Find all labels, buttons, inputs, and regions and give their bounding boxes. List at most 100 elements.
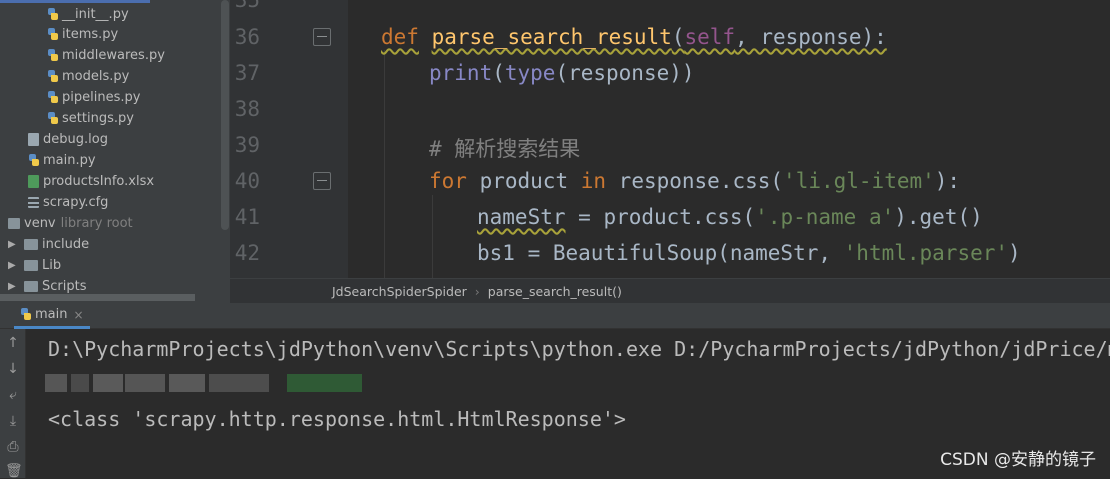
tree-item-label: items.py [62, 27, 119, 42]
expand-arrow-icon[interactable]: ▶ [8, 281, 20, 292]
folder-icon [8, 218, 20, 229]
trash-icon[interactable]: 🗑 [5, 463, 23, 479]
call-expr: bs1 = BeautifulSoup(nameStr, [477, 241, 844, 265]
console-line-output: <class 'scrapy.http.response.html.HtmlRe… [48, 407, 626, 431]
code-line-36: def parse_search_result(self, response): [381, 25, 887, 49]
print-icon[interactable]: ⎙ [5, 439, 21, 455]
tree-item-main[interactable]: main.py [28, 150, 96, 171]
line-number: 37 [234, 61, 260, 85]
string-literal: 'html.parser' [843, 241, 1009, 265]
tree-item-label: pipelines.py [62, 90, 141, 105]
indent-guide [432, 195, 433, 278]
keyword-in: in [580, 169, 607, 193]
builtin-type: type [504, 61, 556, 85]
tree-item-label: Lib [42, 258, 62, 273]
text-file-icon [28, 133, 39, 146]
tree-item-models[interactable]: models.py [47, 66, 129, 87]
watermark: CSDN @安静的镜子 [940, 450, 1096, 470]
tree-item-productsinfo[interactable]: productsInfo.xlsx [28, 171, 154, 192]
console-line-command: D:\PycharmProjects\jdPython\venv\Scripts… [48, 337, 1110, 361]
tree-item-pipelines[interactable]: pipelines.py [47, 87, 140, 108]
line-number: 39 [234, 133, 260, 157]
editor-gutter: 35 36 37 38 39 40 41 42 [230, 0, 348, 278]
expand-arrow-icon[interactable]: ▶ [8, 260, 20, 271]
code-line-42: bs1 = BeautifulSoup(nameStr, 'html.parse… [477, 241, 1021, 265]
line-number: 35 [234, 0, 260, 12]
tree-item-venv[interactable]: venv library root [8, 213, 133, 234]
tab-main[interactable]: main × [14, 303, 90, 329]
string-literal: 'li.gl-item' [783, 169, 935, 193]
tree-item-init[interactable]: __init__.py [47, 4, 129, 25]
redacted-block [93, 374, 123, 392]
tree-item-label: scrapy.cfg [43, 195, 109, 210]
tree-item-lib[interactable]: ▶ Lib [8, 255, 61, 276]
folder-icon [24, 239, 38, 250]
redacted-block [169, 374, 205, 392]
code-line-37: print(type(response)) [429, 61, 695, 85]
tree-item-scrapy-cfg[interactable]: scrapy.cfg [28, 192, 108, 213]
tree-item-label: settings.py [62, 111, 134, 126]
tree-item-label: venv [24, 216, 56, 231]
breadcrumb: JdSearchSpiderSpider › parse_search_resu… [230, 278, 1110, 303]
close-icon[interactable]: × [73, 308, 83, 322]
redacted-block [45, 374, 67, 392]
expand-arrow-icon[interactable]: ▶ [8, 239, 20, 250]
redacted-block [209, 374, 269, 392]
tree-item-items[interactable]: items.py [47, 24, 118, 45]
tree-item-middlewares[interactable]: middlewares.py [47, 45, 165, 66]
breadcrumb-method[interactable]: parse_search_result() [488, 284, 622, 299]
folder-icon [24, 260, 38, 271]
call-expr: = product.css( [565, 205, 756, 229]
tree-item-label: main.py [43, 153, 96, 168]
tree-item-label: Scripts [42, 279, 87, 294]
line-number: 38 [234, 97, 260, 121]
code-line-41: nameStr = product.css('.p-name a').get() [477, 205, 983, 229]
tree-item-include[interactable]: ▶ include [8, 234, 89, 255]
tree-item-label: __init__.py [62, 7, 129, 22]
python-file-icon [47, 28, 59, 41]
function-name: parse_search_result [431, 25, 672, 49]
builtin-print: print [429, 61, 493, 85]
arrow-up-icon[interactable]: ↑ [5, 335, 21, 351]
breadcrumb-separator: › [474, 283, 480, 299]
variable-namestr: nameStr [477, 205, 566, 229]
python-file-icon [47, 49, 59, 62]
self-param: self [684, 25, 736, 49]
tree-item-settings[interactable]: settings.py [47, 108, 134, 129]
call-args: (response)) [555, 61, 695, 85]
tree-item-label: models.py [62, 69, 130, 84]
soft-wrap-icon[interactable]: ⤶ [5, 387, 21, 403]
arrow-down-icon[interactable]: ↓ [5, 361, 21, 377]
excel-file-icon [28, 175, 39, 188]
line-number: 40 [234, 169, 260, 193]
params-rest: , response): [735, 25, 887, 49]
python-file-icon [28, 154, 40, 167]
code-line-40: for product in response.css('li.gl-item'… [429, 169, 960, 193]
project-horizontal-scrollbar[interactable] [0, 294, 195, 301]
indent-guide [384, 50, 385, 278]
config-file-icon [28, 197, 39, 208]
code-line-39-comment: # 解析搜索结果 [429, 137, 581, 161]
code-editor[interactable]: def parse_search_result(self, response):… [348, 0, 1110, 278]
tree-item-label: include [42, 237, 90, 252]
paren: ( [671, 25, 685, 49]
keyword-for: for [429, 169, 467, 193]
breadcrumb-class[interactable]: JdSearchSpiderSpider [332, 284, 467, 299]
project-vertical-scrollbar[interactable] [221, 0, 229, 230]
line-number: 36 [234, 25, 260, 49]
scroll-to-end-icon[interactable]: ⤓ [5, 413, 21, 429]
keyword-def: def [381, 25, 419, 49]
redacted-block [125, 374, 165, 392]
folder-icon [24, 281, 38, 292]
fold-marker-icon[interactable] [313, 172, 331, 190]
python-file-icon [47, 70, 59, 83]
python-run-icon [20, 308, 32, 321]
fold-marker-icon[interactable] [313, 28, 331, 46]
line-number: 41 [234, 205, 260, 229]
python-file-icon [47, 8, 59, 21]
call-expr: response.css( [606, 169, 784, 193]
tab-label: main [35, 307, 68, 322]
tree-item-debug-log[interactable]: debug.log [28, 129, 108, 150]
library-root-label: library root [60, 216, 133, 231]
selection-highlight [0, 0, 150, 3]
